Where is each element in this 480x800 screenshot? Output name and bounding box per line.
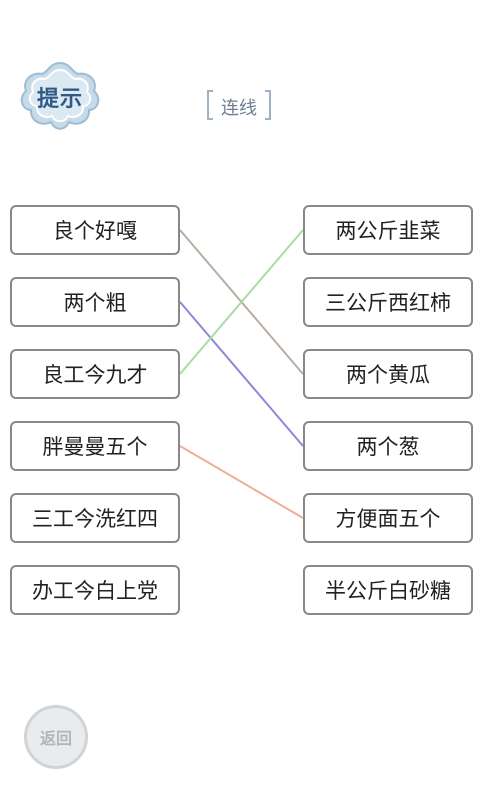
- right-item-card[interactable]: 方便面五个: [303, 493, 473, 543]
- right-item-card[interactable]: 两个葱: [303, 421, 473, 471]
- right-item-card[interactable]: 两公斤韭菜: [303, 205, 473, 255]
- left-item-card[interactable]: 良个好嘎: [10, 205, 180, 255]
- left-item-label: 良工今九才: [42, 363, 148, 387]
- right-item-label: 半公斤白砂糖: [325, 579, 451, 603]
- left-item-card[interactable]: 三工今洗红四: [10, 493, 180, 543]
- right-item-label: 两个黄瓜: [346, 363, 430, 387]
- connection-line: [179, 445, 304, 519]
- left-item-card[interactable]: 两个粗: [10, 277, 180, 327]
- left-item-label: 胖曼曼五个: [42, 435, 148, 459]
- back-label: 返回: [39, 729, 72, 748]
- right-item-label: 方便面五个: [335, 507, 441, 531]
- right-item-card[interactable]: 两个黄瓜: [303, 349, 473, 399]
- left-item-label: 办工今白上党: [32, 579, 158, 603]
- back-button[interactable]: 返回: [24, 705, 88, 769]
- left-item-label: 三工今洗红四: [32, 507, 158, 531]
- right-item-label: 两公斤韭菜: [335, 219, 441, 243]
- left-item-label: 两个粗: [63, 291, 127, 315]
- left-item-card[interactable]: 办工今白上党: [10, 565, 180, 615]
- right-item-label: 三公斤西红柿: [325, 291, 451, 315]
- connection-line: [179, 301, 304, 447]
- left-item-card[interactable]: 胖曼曼五个: [10, 421, 180, 471]
- right-item-card[interactable]: 三公斤西红柿: [303, 277, 473, 327]
- left-item-card[interactable]: 良工今九才: [10, 349, 180, 399]
- right-item-card[interactable]: 半公斤白砂糖: [303, 565, 473, 615]
- right-item-label: 两个葱: [356, 435, 420, 459]
- connection-lines: [179, 229, 304, 519]
- left-item-label: 良个好嘎: [53, 219, 137, 243]
